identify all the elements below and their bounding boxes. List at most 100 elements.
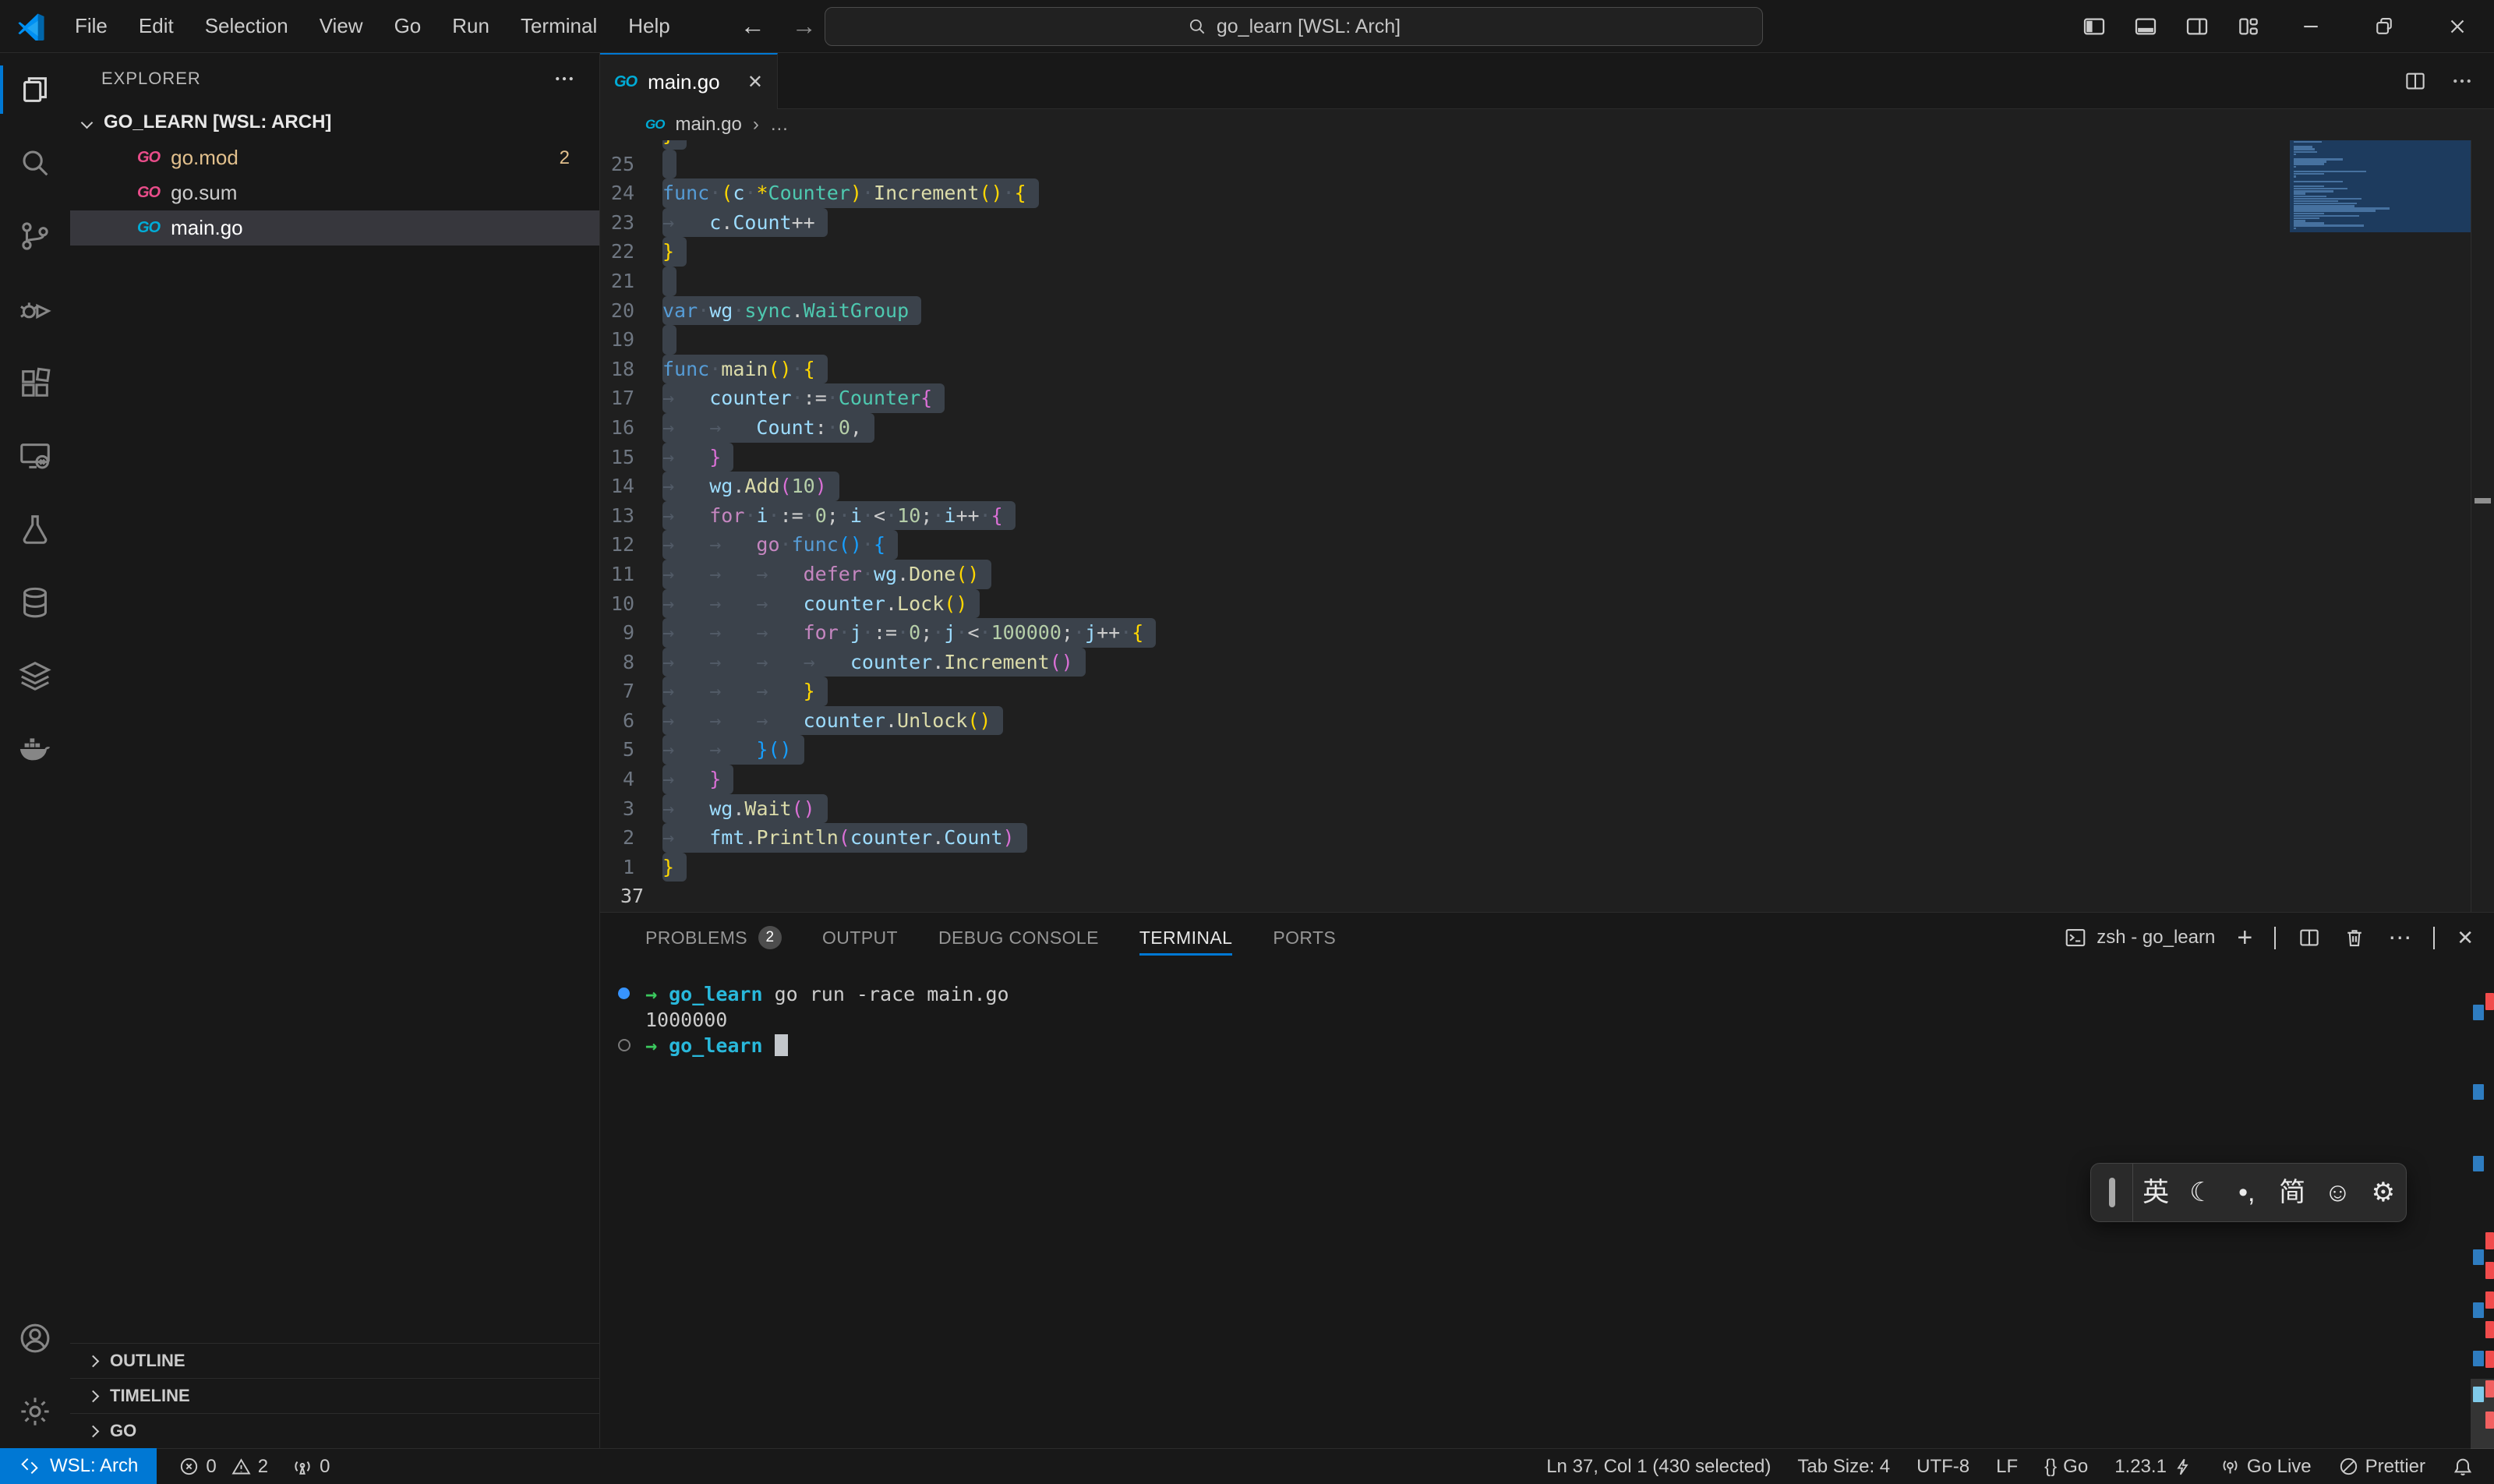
remote-indicator[interactable]: WSL: Arch	[0, 1448, 157, 1484]
menu-help[interactable]: Help	[613, 0, 685, 52]
panel-tab-problems[interactable]: PROBLEMS2	[645, 913, 782, 963]
overview-ruler[interactable]	[2471, 140, 2494, 912]
code-line[interactable]: 19	[600, 325, 2290, 355]
ime-width-moon[interactable]: ☾	[2178, 1164, 2224, 1221]
editor-more-actions-icon[interactable]	[2450, 69, 2474, 93]
code-line[interactable]: 5→ → }()	[600, 735, 2290, 765]
maximize-panel-icon[interactable]	[2433, 927, 2435, 949]
close-panel-icon[interactable]: ✕	[2457, 926, 2474, 950]
activity-explorer-icon[interactable]	[0, 53, 70, 126]
back-arrow-icon[interactable]: ←	[740, 12, 765, 41]
file-item-go.sum[interactable]: GOgo.sum	[70, 175, 599, 210]
toggle-secondary-sidebar-icon[interactable]	[2171, 0, 2223, 52]
code-line[interactable]: 24func·(c·*Counter)·Increment()·{	[600, 178, 2290, 208]
encoding-status[interactable]: UTF-8	[1916, 1456, 1969, 1478]
section-go[interactable]: GO	[70, 1413, 599, 1448]
indentation-status[interactable]: Tab Size: 4	[1797, 1456, 1890, 1478]
code-line[interactable]: 3→ wg.Wait()	[600, 794, 2290, 824]
minimize-button[interactable]	[2274, 0, 2347, 52]
activity-testing-icon[interactable]	[0, 493, 70, 566]
code-line[interactable]: 16→ → Count:·0,	[600, 413, 2290, 443]
folder-root[interactable]: GO_LEARN [WSL: ARCH]	[70, 104, 599, 140]
language-status[interactable]: {} Go	[2044, 1456, 2088, 1478]
panel-tab-terminal[interactable]: TERMINAL	[1139, 913, 1233, 963]
terminal-row[interactable]: → go_learn	[616, 1033, 2494, 1058]
activity-remote-explorer-icon[interactable]	[0, 419, 70, 493]
ports-status[interactable]: 0	[291, 1456, 330, 1478]
terminal-dropdown-icon[interactable]	[2274, 927, 2276, 949]
code-line[interactable]: 9→ → → for·j·:=·0;·j·<·100000;·j++·{	[600, 618, 2290, 648]
go-live-button[interactable]: Go Live	[2220, 1456, 2312, 1478]
activity-source-control-icon[interactable]	[0, 200, 70, 273]
command-decoration-filled[interactable]	[618, 988, 630, 999]
notifications-bell-icon[interactable]	[2452, 1456, 2474, 1478]
breadcrumb[interactable]: GO main.go › …	[600, 109, 2494, 140]
minimap[interactable]	[2290, 140, 2471, 912]
file-item-main.go[interactable]: GOmain.go	[70, 210, 599, 246]
code-line[interactable]: 25	[600, 150, 2290, 179]
code-line[interactable]: 4→ }	[600, 765, 2290, 794]
new-terminal-icon[interactable]: +	[2237, 923, 2252, 953]
ime-emoji[interactable]: ☺	[2315, 1164, 2360, 1221]
code-line[interactable]: 22}	[600, 237, 2290, 267]
explorer-more-actions-icon[interactable]	[553, 67, 576, 90]
go-version-status[interactable]: 1.23.1	[2114, 1456, 2193, 1478]
split-editor-icon[interactable]	[2404, 69, 2427, 93]
command-center-search[interactable]: go_learn [WSL: Arch]	[825, 7, 1763, 46]
menu-go[interactable]: Go	[379, 0, 437, 52]
section-outline[interactable]: OUTLINE	[70, 1343, 599, 1378]
file-item-go.mod[interactable]: GOgo.mod2	[70, 140, 599, 175]
tab-close-icon[interactable]: ✕	[747, 71, 763, 94]
toggle-sidebar-icon[interactable]	[2068, 0, 2120, 52]
code-line[interactable]: 21	[600, 267, 2290, 296]
account-icon[interactable]	[0, 1302, 70, 1375]
code-line[interactable]: 17→ counter·:=·Counter{	[600, 383, 2290, 413]
eol-status[interactable]: LF	[1996, 1456, 2018, 1478]
menu-file[interactable]: File	[59, 0, 123, 52]
code-line[interactable]: 20var·wg·sync.WaitGroup	[600, 296, 2290, 326]
code-line[interactable]: 14→ wg.Add(10)	[600, 472, 2290, 501]
code-line[interactable]: 18func·main()·{	[600, 355, 2290, 384]
tab-main-go[interactable]: GO main.go ✕	[600, 53, 778, 109]
panel-tab-ports[interactable]: PORTS	[1273, 913, 1336, 963]
activity-database-icon[interactable]	[0, 566, 70, 639]
code-line[interactable]: 10→ → → counter.Lock()	[600, 589, 2290, 619]
ime-simplified-chinese[interactable]: 简	[2270, 1164, 2315, 1221]
code-line[interactable]: 11→ → → defer·wg.Done()	[600, 560, 2290, 589]
ime-toolbar[interactable]: 英☾•,简☺⚙	[2090, 1163, 2407, 1222]
command-decoration-open[interactable]	[618, 1039, 631, 1051]
menu-edit[interactable]: Edit	[123, 0, 189, 52]
menu-terminal[interactable]: Terminal	[505, 0, 613, 52]
code-line[interactable]: 1}	[600, 853, 2290, 882]
code-line[interactable]: 7→ → → }	[600, 677, 2290, 706]
activity-search-icon[interactable]	[0, 126, 70, 200]
code-line[interactable]: 13→ for·i·:=·0;·i·<·10;·i++·{	[600, 501, 2290, 531]
toggle-panel-icon[interactable]	[2120, 0, 2171, 52]
panel-tab-output[interactable]: OUTPUT	[822, 913, 898, 963]
menu-run[interactable]: Run	[436, 0, 505, 52]
code-line[interactable]: 23→ c.Count++	[600, 208, 2290, 238]
close-window-button[interactable]	[2421, 0, 2494, 52]
code-line[interactable]: }	[600, 140, 2290, 150]
ime-drag-handle[interactable]	[2091, 1164, 2133, 1221]
activity-docker-icon[interactable]	[0, 712, 70, 786]
code-line[interactable]: 15→ }	[600, 443, 2290, 472]
activity-run-debug-icon[interactable]	[0, 273, 70, 346]
code-editor[interactable]: }2524func·(c·*Counter)·Increment()·{23→ …	[600, 140, 2494, 912]
settings-gear-icon[interactable]	[0, 1375, 70, 1448]
customize-layout-icon[interactable]	[2223, 0, 2274, 52]
code-line[interactable]: 6→ → → counter.Unlock()	[600, 706, 2290, 736]
code-line[interactable]: 37	[600, 882, 2290, 911]
forward-arrow-icon[interactable]: →	[792, 12, 817, 41]
activity-extensions-icon[interactable]	[0, 346, 70, 419]
code-line[interactable]: 2→ fmt.Println(counter.Count)	[600, 823, 2290, 853]
restore-button[interactable]	[2347, 0, 2421, 52]
panel-more-actions-icon[interactable]: ⋯	[2388, 924, 2411, 952]
section-timeline[interactable]: TIMELINE	[70, 1378, 599, 1413]
cursor-position-status[interactable]: Ln 37, Col 1 (430 selected)	[1546, 1456, 1771, 1478]
terminal-row[interactable]: → go_learn go run -race main.go	[616, 981, 2494, 1007]
terminal-row[interactable]: 1000000	[616, 1007, 2494, 1033]
breadcrumb-file[interactable]: main.go	[675, 114, 741, 136]
ime-punctuation[interactable]: •,	[2224, 1164, 2270, 1221]
panel-tab-debug-console[interactable]: DEBUG CONSOLE	[938, 913, 1099, 963]
